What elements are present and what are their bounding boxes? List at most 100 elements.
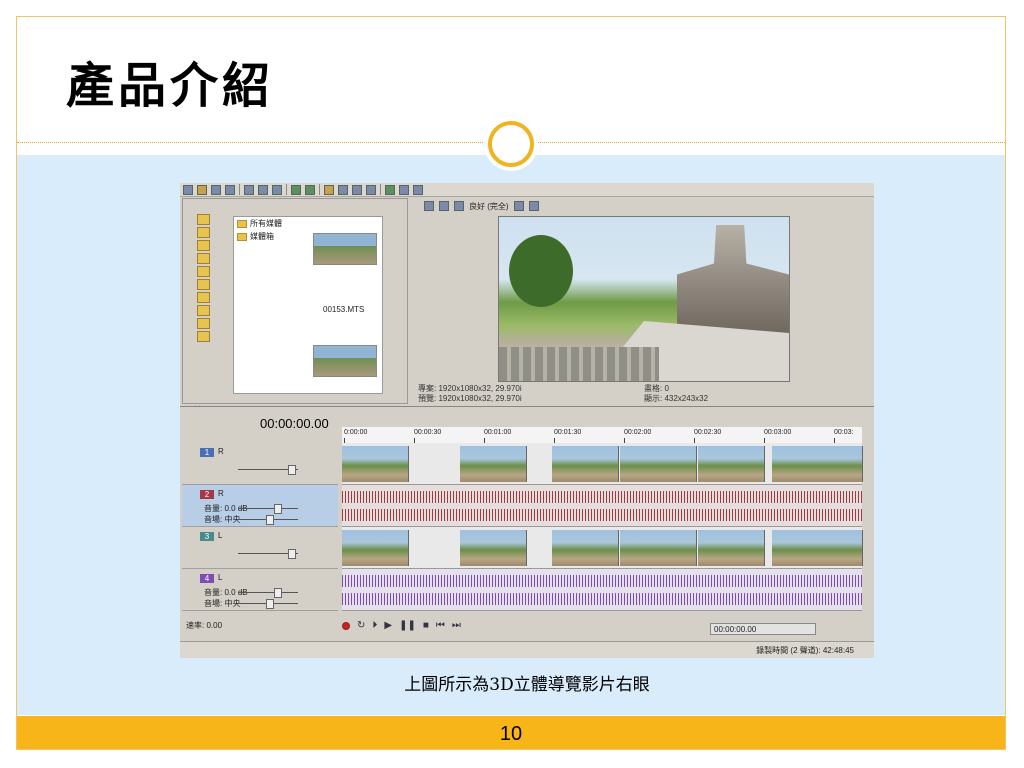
video-clip[interactable] [772, 446, 863, 482]
media-thumbnail[interactable] [313, 345, 377, 377]
ruler-tick-label: 00:03: [834, 429, 854, 436]
ring-ornament-icon [484, 117, 538, 171]
video-clip[interactable] [460, 446, 527, 482]
track-channel: R [218, 489, 224, 498]
slider-knob[interactable] [288, 465, 296, 475]
slider-knob[interactable] [266, 515, 274, 525]
volume-slider[interactable] [238, 504, 298, 514]
pavers-image [499, 347, 659, 381]
slider-knob[interactable] [288, 549, 296, 559]
folder-icon[interactable] [197, 227, 210, 238]
save-icon[interactable] [211, 184, 221, 195]
toolbar-separator [286, 184, 287, 195]
copy-icon[interactable] [258, 184, 268, 195]
track-number: 2 [200, 490, 214, 499]
lock-icon[interactable] [366, 184, 376, 195]
ruler-tick-label: 00:00:30 [414, 429, 442, 436]
figure-caption: 上圖所示為3D立體導覽影片右眼 [404, 675, 650, 695]
folder-icon[interactable] [197, 318, 210, 329]
cut-icon[interactable] [244, 184, 254, 195]
volume-slider[interactable] [238, 588, 298, 598]
envelope-icon[interactable] [399, 184, 409, 195]
project-label: 專案: 1920x1080x32, 29.970i [418, 384, 522, 393]
loop-icon[interactable]: ↻ [357, 620, 365, 631]
new-file-icon[interactable] [183, 184, 193, 195]
paste-icon[interactable] [272, 184, 282, 195]
go-to-start-icon[interactable]: ⏮ [436, 620, 445, 631]
snap-icon[interactable] [352, 184, 362, 195]
folder-icon[interactable] [197, 331, 210, 342]
preview-settings-icon[interactable] [424, 201, 434, 211]
video-clip[interactable] [698, 530, 765, 566]
transport-timecode: 00:00:00.00 [710, 623, 816, 635]
folder-icon[interactable] [197, 292, 210, 303]
folder-icon[interactable] [197, 214, 210, 225]
render-icon[interactable] [324, 184, 334, 195]
folder-icon[interactable] [197, 305, 210, 316]
folder-icon[interactable] [197, 240, 210, 251]
ruler-tick-label: 0:00:00 [344, 429, 368, 436]
tree-item-all-media[interactable]: 所有媒體 [234, 217, 382, 230]
timeline-ruler[interactable]: 0:00:00 00:00:30 00:01:00 00:01:30 00:02:00 0… [342, 427, 862, 444]
footer-bar: 10 [17, 716, 1005, 749]
track-number: 4 [200, 574, 214, 583]
properties-icon[interactable] [338, 184, 348, 195]
video-clip[interactable] [772, 530, 863, 566]
go-to-end-icon[interactable]: ⏭ [452, 620, 461, 631]
video-track-lane-1[interactable] [342, 443, 863, 485]
redo-icon[interactable] [305, 184, 315, 195]
video-frame [498, 216, 790, 382]
audio-waveform [342, 593, 862, 605]
opacity-slider[interactable] [238, 465, 298, 475]
folder-icon[interactable] [197, 279, 210, 290]
opacity-slider[interactable] [238, 549, 298, 559]
pan-slider[interactable] [238, 599, 298, 609]
folder-icon[interactable] [197, 266, 210, 277]
pause-icon[interactable]: ❚❚ [399, 620, 416, 631]
copy-snapshot-icon[interactable] [513, 201, 524, 211]
save-as-icon[interactable] [225, 184, 235, 195]
pan-label: 音場: [204, 599, 223, 608]
track-number: 1 [200, 448, 214, 457]
help-icon[interactable] [413, 184, 423, 195]
folder-icon [237, 219, 247, 228]
video-clip[interactable] [552, 530, 619, 566]
video-clip[interactable] [342, 446, 409, 482]
play-icon[interactable]: ▶ [384, 620, 392, 631]
stop-icon[interactable]: ■ [423, 620, 429, 631]
slider-knob[interactable] [274, 588, 282, 598]
record-time-status: 錄製時間 (2 聲道): 42:48:45 [756, 646, 854, 655]
track-header-3[interactable]: 3 L [182, 527, 338, 569]
track-header-4[interactable]: 4 L 音量: 0.0 dB 音場: 中央 [182, 569, 338, 611]
save-snapshot-icon[interactable] [528, 201, 539, 211]
preview-quality-select[interactable]: 良好 (完全) [469, 201, 509, 212]
track-header-2[interactable]: 2 R 音量: 0.0 dB 音場: 中央 [182, 485, 338, 527]
ruler-tick-label: 00:01:30 [554, 429, 582, 436]
video-clip[interactable] [698, 446, 765, 482]
video-clip[interactable] [460, 530, 527, 566]
audio-track-lane-4[interactable] [342, 569, 862, 611]
play-from-start-icon[interactable]: ⏵ [372, 620, 377, 631]
video-clip[interactable] [620, 446, 697, 482]
record-icon[interactable] [342, 621, 350, 630]
pan-slider[interactable] [238, 515, 298, 525]
track-header-1[interactable]: 1 R [182, 443, 338, 485]
video-clip[interactable] [342, 530, 409, 566]
media-thumbnail[interactable] [313, 233, 377, 265]
toolbar-separator [239, 184, 240, 195]
ruler-tick-label: 00:03:00 [764, 429, 792, 436]
zoom-icon[interactable] [385, 184, 395, 195]
undo-icon[interactable] [291, 184, 301, 195]
slider-knob[interactable] [266, 599, 274, 609]
video-clip[interactable] [620, 530, 697, 566]
video-track-lane-3[interactable] [342, 527, 863, 569]
app-toolbar [180, 183, 874, 197]
slider-knob[interactable] [274, 504, 282, 514]
monitor-icon[interactable] [439, 201, 449, 211]
open-folder-icon[interactable] [197, 184, 207, 195]
video-editor-screenshot: 所有媒體 媒體箱 00153.MTS < > 良好 (完全) 專 [180, 183, 874, 658]
folder-icon[interactable] [197, 253, 210, 264]
split-icon[interactable] [454, 201, 464, 211]
video-clip[interactable] [552, 446, 619, 482]
audio-track-lane-2[interactable] [342, 485, 862, 527]
